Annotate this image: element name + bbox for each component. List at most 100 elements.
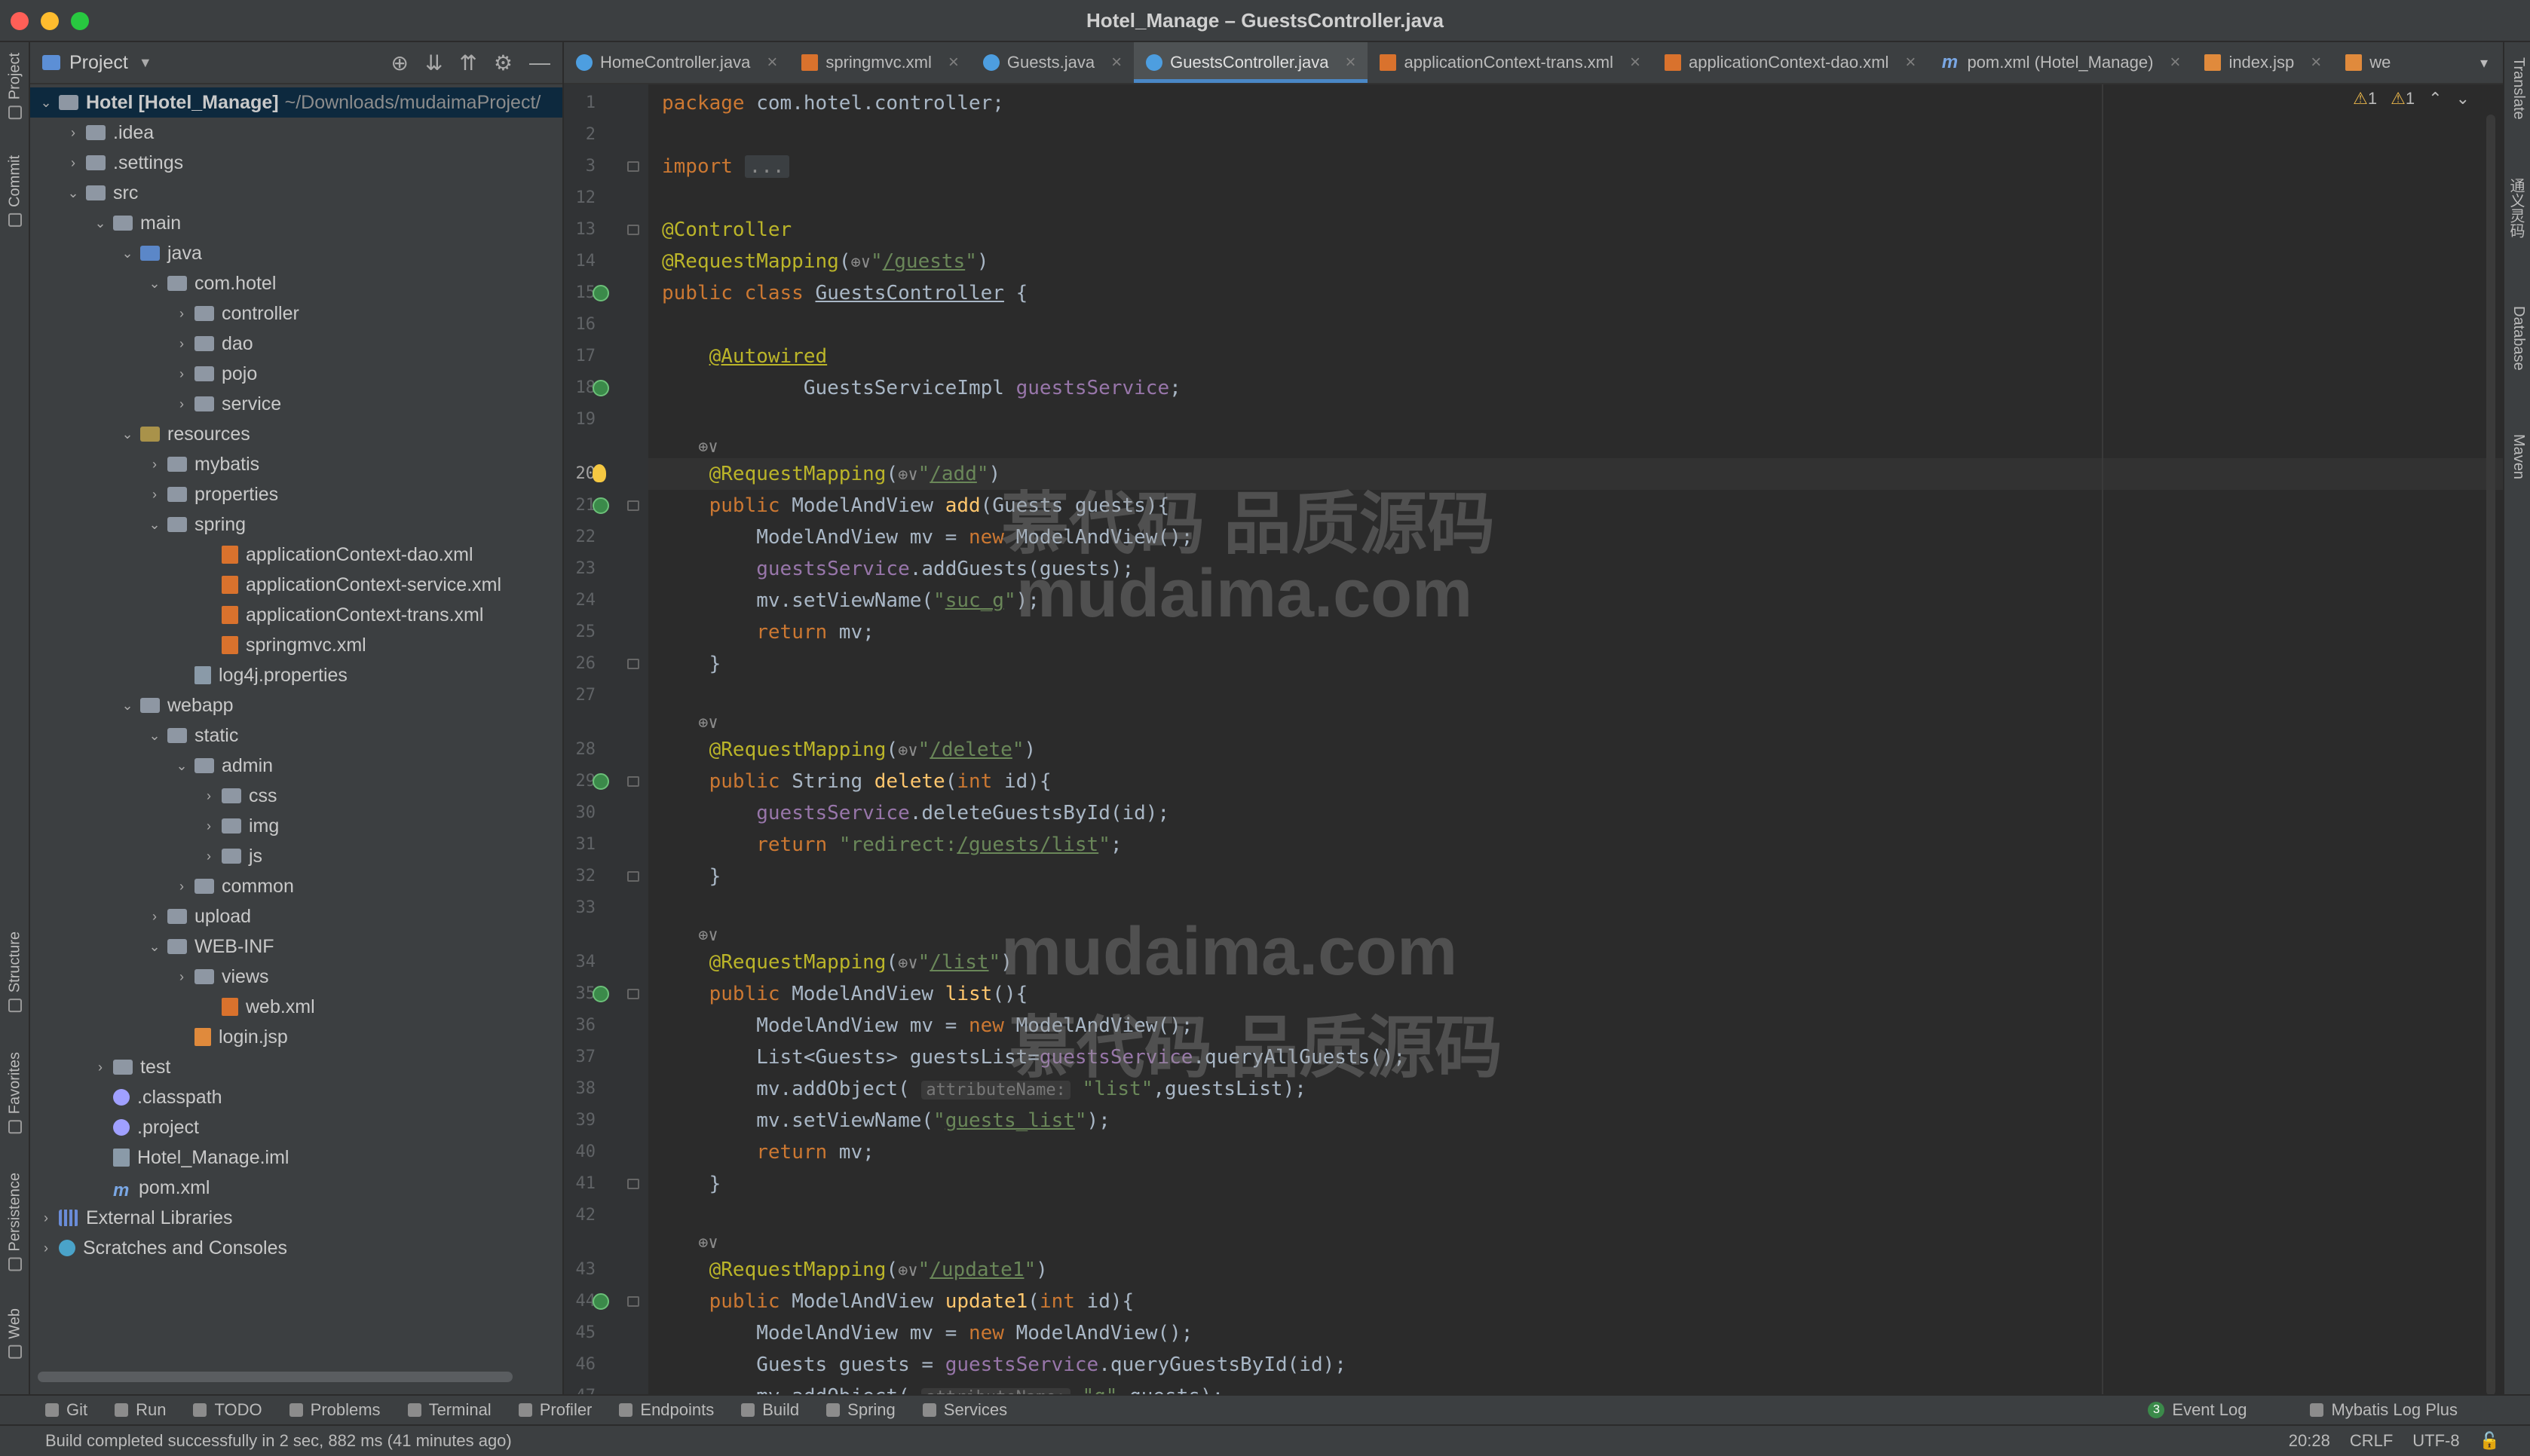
code-line[interactable]: 23 guestsService.addGuests(guests);: [576, 553, 2503, 585]
code-line[interactable]: 19: [576, 404, 2503, 436]
chevron-down-icon[interactable]: ⌄: [65, 185, 81, 201]
fold-icon[interactable]: [627, 659, 639, 669]
tool-tab-translate[interactable]: Translate: [2506, 57, 2527, 120]
minimize-window-button[interactable]: [41, 12, 59, 30]
spring-bean-icon[interactable]: [593, 285, 609, 301]
tree-item[interactable]: › dao: [30, 329, 562, 359]
code-line[interactable]: 47 mv.addObject( attributeName: "g",gues…: [576, 1381, 2503, 1394]
lightbulb-icon[interactable]: [593, 464, 606, 482]
chevron-down-icon[interactable]: ⌄: [119, 698, 136, 714]
code-line[interactable]: 25 return mv;: [576, 616, 2503, 648]
chevron-right-icon[interactable]: ›: [173, 366, 190, 382]
close-icon[interactable]: ×: [948, 52, 959, 73]
code-line[interactable]: 42: [576, 1200, 2503, 1231]
event-log-button[interactable]: 3 Event Log: [2148, 1400, 2247, 1420]
tree-item[interactable]: › properties: [30, 479, 562, 509]
caret-position[interactable]: 20:28: [2289, 1431, 2330, 1451]
tree-item[interactable]: login.jsp: [30, 1022, 562, 1052]
code-line[interactable]: 3 import ...: [586, 151, 2503, 182]
tree-item[interactable]: ⌄ static: [30, 720, 562, 751]
editor-tab[interactable]: m pom.xml (Hotel_Manage) ×: [1928, 42, 2192, 83]
tool-window-button[interactable]: Run: [115, 1400, 166, 1420]
tool-tab-commit[interactable]: Commit: [3, 155, 27, 227]
tool-tab-structure[interactable]: Structure: [3, 931, 27, 1013]
warning-count-2[interactable]: ⚠1: [2391, 89, 2415, 109]
tree-item[interactable]: › js: [30, 841, 562, 871]
code-line[interactable]: 14 @RequestMapping(⊕∨"/guests"): [576, 246, 2503, 277]
close-icon[interactable]: ×: [767, 52, 777, 73]
close-icon[interactable]: ×: [1630, 52, 1640, 73]
tree-item[interactable]: ⌄ src: [30, 178, 562, 208]
editor-tab[interactable]: index.jsp ×: [2192, 42, 2333, 83]
expand-all-icon[interactable]: ⇊: [425, 50, 443, 75]
tool-tab-database[interactable]: Database: [2506, 306, 2527, 371]
mybatis-log-button[interactable]: Mybatis Log Plus: [2310, 1400, 2458, 1420]
editor-tab[interactable]: HomeController.java ×: [564, 42, 789, 83]
code-line[interactable]: 39 mv.setViewName("guests_list");: [576, 1105, 2503, 1136]
code-view[interactable]: 1 package com.hotel.controller; 2 3 import .…: [564, 84, 2503, 1394]
spring-bean-icon[interactable]: [593, 380, 609, 396]
code-line[interactable]: 45 ModelAndView mv = new ModelAndView();: [576, 1317, 2503, 1349]
tree-item[interactable]: › External Libraries: [30, 1203, 562, 1233]
tree-item[interactable]: › Scratches and Consoles: [30, 1233, 562, 1263]
code-lens[interactable]: ⊕∨: [648, 436, 2503, 458]
code-line[interactable]: 21 public ModelAndView add(Guests guests…: [576, 490, 2503, 522]
chevron-down-icon[interactable]: ⌄: [38, 95, 54, 111]
code-lens[interactable]: ⊕∨: [648, 1231, 2503, 1254]
lock-icon[interactable]: 🔓: [2479, 1431, 2500, 1451]
editor-tab[interactable]: GuestsController.java ×: [1134, 42, 1368, 83]
tree-item[interactable]: ⌄ Hotel [Hotel_Manage] ~/Downloads/mudaima…: [30, 87, 562, 118]
vertical-scrollbar[interactable]: [2486, 115, 2495, 1394]
tree-item[interactable]: › .idea: [30, 118, 562, 148]
tree-item[interactable]: ⌄ main: [30, 208, 562, 238]
code-area[interactable]: 1 package com.hotel.controller; 2 3 import .…: [576, 84, 2503, 1394]
editor-tab[interactable]: springmvc.xml ×: [789, 42, 971, 83]
code-line[interactable]: 17 @Autowired: [576, 341, 2503, 372]
chevron-right-icon[interactable]: ›: [173, 969, 190, 985]
tree-item[interactable]: › common: [30, 871, 562, 901]
tree-item[interactable]: › mybatis: [30, 449, 562, 479]
chevron-up-icon[interactable]: ⌃: [2428, 89, 2442, 109]
chevron-right-icon[interactable]: ›: [201, 788, 217, 804]
tree-item[interactable]: Hotel_Manage.iml: [30, 1142, 562, 1173]
tool-tab-web[interactable]: Web: [3, 1308, 27, 1359]
tree-item[interactable]: applicationContext-service.xml: [30, 570, 562, 600]
code-line[interactable]: 29 public String delete(int id){: [576, 766, 2503, 797]
code-line[interactable]: 35 public ModelAndView list(){: [576, 978, 2503, 1010]
tool-tab-project[interactable]: Project: [3, 53, 27, 120]
spring-bean-icon[interactable]: [593, 1293, 609, 1310]
chevron-right-icon[interactable]: ›: [173, 306, 190, 322]
horizontal-scrollbar[interactable]: [38, 1372, 513, 1382]
tree-item[interactable]: › pojo: [30, 359, 562, 389]
tree-item[interactable]: › controller: [30, 298, 562, 329]
fold-icon[interactable]: [627, 1179, 639, 1189]
line-separator[interactable]: CRLF: [2350, 1431, 2393, 1451]
close-icon[interactable]: ×: [1905, 52, 1916, 73]
close-window-button[interactable]: [11, 12, 29, 30]
code-line[interactable]: 26 }: [576, 648, 2503, 680]
inspection-widget[interactable]: ⚠1 ⚠1 ⌃ ⌄: [2353, 89, 2470, 109]
chevron-right-icon[interactable]: ›: [173, 879, 190, 895]
code-line[interactable]: 37 List<Guests> guestsList=guestsService…: [576, 1042, 2503, 1073]
code-line[interactable]: 12: [576, 182, 2503, 214]
tree-item[interactable]: log4j.properties: [30, 660, 562, 690]
code-line[interactable]: 27: [576, 680, 2503, 711]
fold-icon[interactable]: [627, 776, 639, 787]
editor-tab[interactable]: applicationContext-trans.xml ×: [1368, 42, 1652, 83]
fold-icon[interactable]: [627, 500, 639, 511]
chevron-down-icon[interactable]: ⌄: [146, 517, 163, 533]
code-line[interactable]: 33: [576, 892, 2503, 924]
chevron-right-icon[interactable]: ›: [173, 396, 190, 412]
tree-item[interactable]: › .settings: [30, 148, 562, 178]
chevron-right-icon[interactable]: ›: [65, 155, 81, 171]
editor-tab[interactable]: we: [2333, 42, 2403, 83]
tree-item[interactable]: › service: [30, 389, 562, 419]
tool-tab-favorites[interactable]: Favorites: [3, 1052, 27, 1134]
editor-tab[interactable]: Guests.java ×: [971, 42, 1134, 83]
fold-icon[interactable]: [627, 161, 639, 172]
chevron-down-icon[interactable]: ⌄: [146, 276, 163, 292]
chevron-right-icon[interactable]: ›: [38, 1240, 54, 1256]
code-line[interactable]: 15 public class GuestsController {: [576, 277, 2503, 309]
gear-icon[interactable]: ⚙: [494, 50, 513, 75]
tool-window-button[interactable]: Spring: [826, 1400, 896, 1420]
